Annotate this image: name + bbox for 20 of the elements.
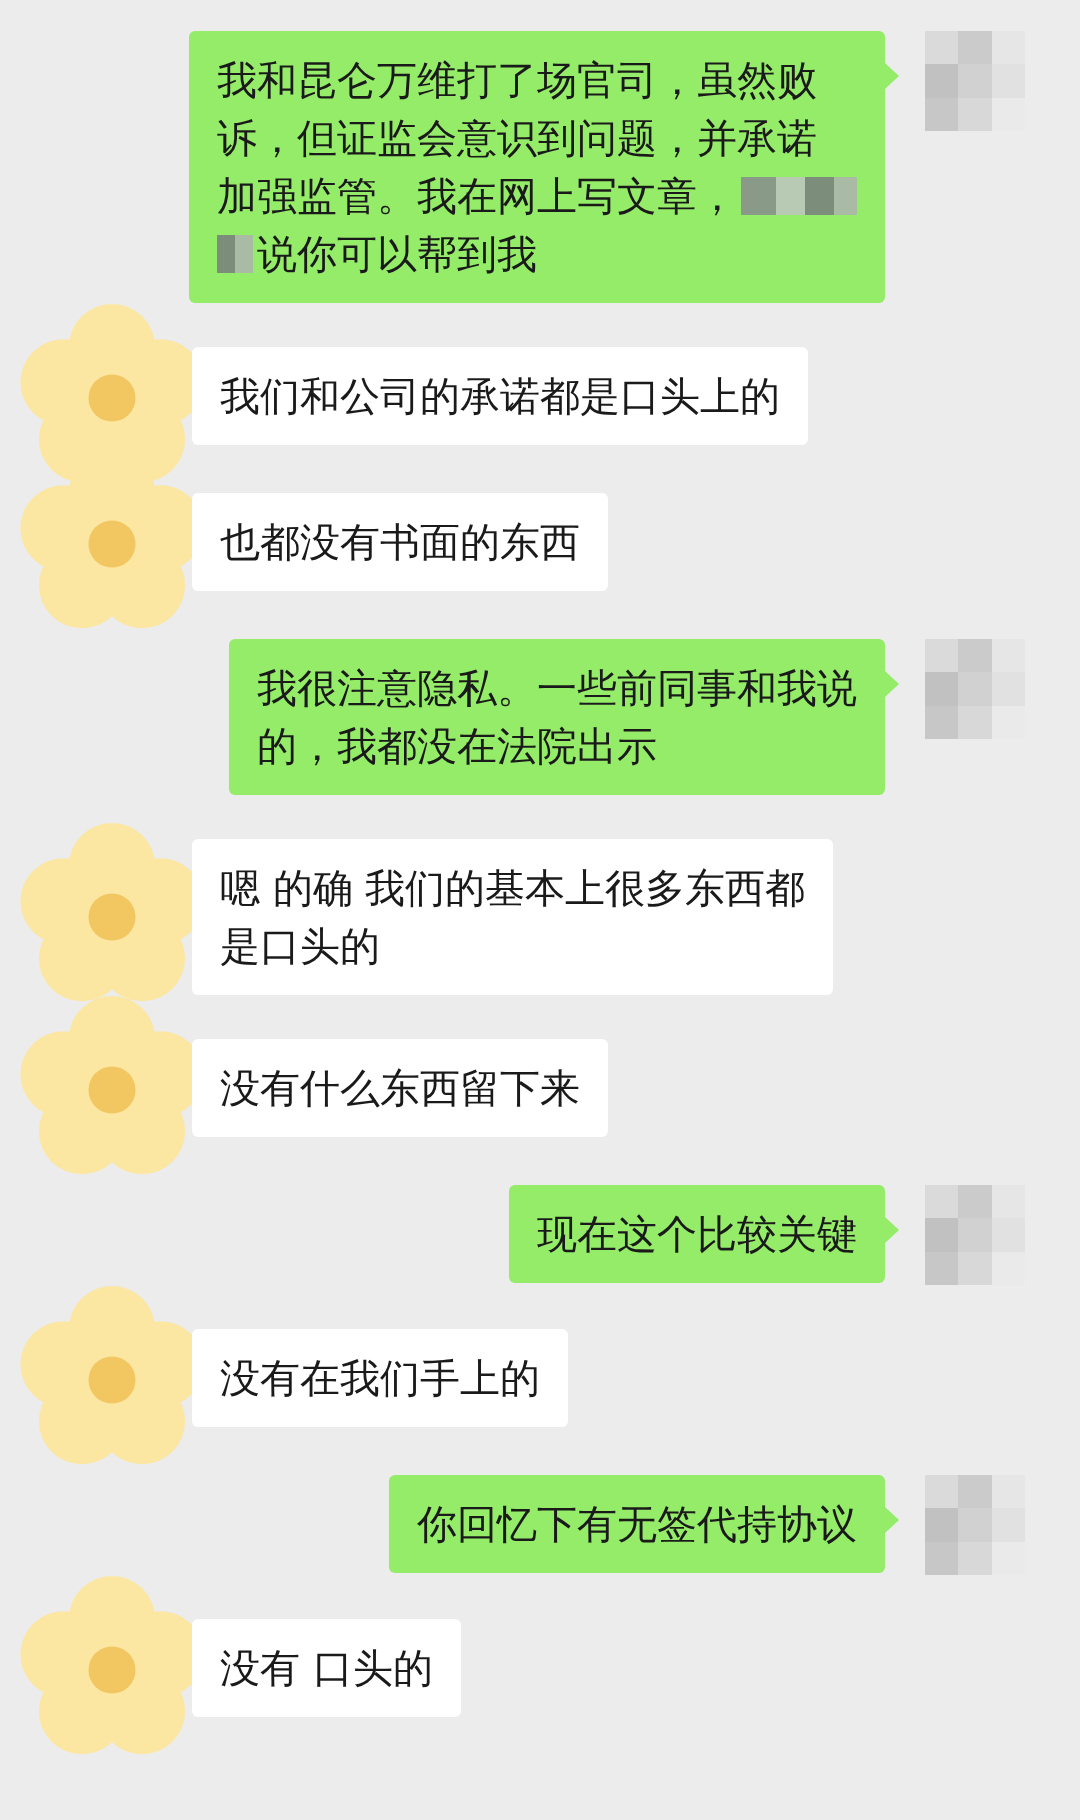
message-text: 我很注意隐私。一些前同事和我说 xyxy=(257,664,857,713)
blurred-avatar-icon xyxy=(925,1475,1025,1575)
message-text: 我和昆仑万维打了场官司，虽然败 xyxy=(217,56,817,105)
blurred-avatar-icon xyxy=(925,1185,1025,1285)
message-text: 诉，但证监会意识到问题，并承诺 xyxy=(217,114,817,163)
message-text: 没有什么东西留下来 xyxy=(220,1064,580,1113)
message-text: 说你可以帮到我 xyxy=(257,230,537,279)
message-text: 我们和公司的承诺都是口头上的 xyxy=(220,372,780,421)
message-text: 加强监管。我在网上写文章， xyxy=(217,172,737,221)
message-text: 的，我都没在法院出示 xyxy=(257,722,657,771)
message-text: 是口头的 xyxy=(220,922,380,971)
message-text: 没有在我们手上的 xyxy=(220,1354,540,1403)
blurred-avatar-icon xyxy=(925,639,1025,739)
message-text: 嗯 的确 我们的基本上很多东西都 xyxy=(220,864,806,913)
message-text: 也都没有书面的东西 xyxy=(220,518,580,567)
blurred-avatar-icon xyxy=(925,31,1025,131)
message-text: 没有 口头的 xyxy=(220,1644,433,1693)
redaction-mark xyxy=(217,235,253,273)
message-text: 现在这个比较关键 xyxy=(537,1210,857,1259)
message-text: 你回忆下有无签代持协议 xyxy=(417,1500,857,1549)
